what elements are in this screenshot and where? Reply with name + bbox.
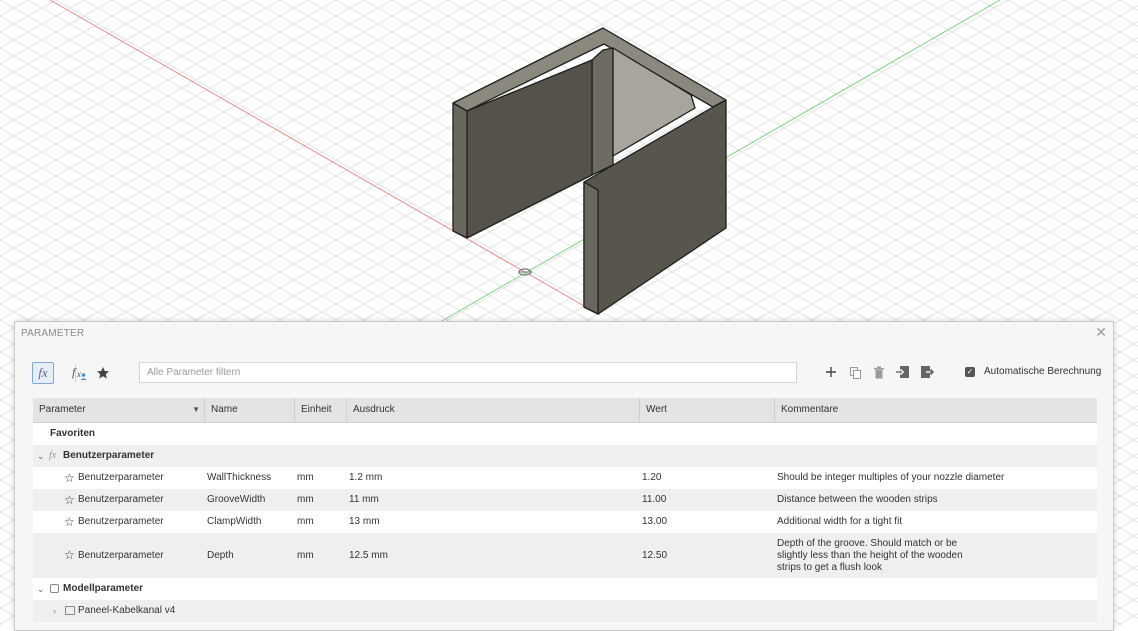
model-child-label: Paneel-Kabelkanal v4 <box>78 605 176 616</box>
column-header-comments[interactable]: Kommentare <box>775 398 1097 422</box>
model-group-icon <box>50 584 59 593</box>
user-params-group-row[interactable]: ⌄ fx Benutzerparameter <box>33 445 1097 467</box>
chevron-right-icon[interactable]: › <box>53 600 56 622</box>
component-icon <box>65 606 75 615</box>
column-header-value[interactable]: Wert <box>640 398 775 422</box>
favorite-star-icon[interactable]: ☆ <box>64 489 75 511</box>
parameter-dialog: PARAMETER ✕ fx f x ✓ Automatische Berech… <box>14 321 1114 631</box>
copy-icon[interactable] <box>847 364 863 380</box>
svg-text:x: x <box>76 369 81 379</box>
auto-calc-label: Automatische Berechnung <box>984 366 1102 377</box>
fx-icon-label: fx <box>38 365 48 380</box>
table-row[interactable]: ☆ Benutzerparameter WallThickness mm 1.2… <box>33 467 1097 489</box>
export-icon[interactable] <box>919 364 935 380</box>
model-child-row[interactable]: › Paneel-Kabelkanal v4 <box>33 600 1097 622</box>
favorite-star-icon[interactable]: ☆ <box>64 467 75 489</box>
add-icon[interactable] <box>823 364 839 380</box>
chevron-down-icon[interactable]: ⌄ <box>37 578 45 600</box>
table-row[interactable]: ☆ Benutzerparameter GrooveWidth mm 11 mm… <box>33 489 1097 511</box>
column-header-parameter[interactable]: Parameter ▼ <box>33 398 205 422</box>
chevron-down-icon[interactable]: ⌄ <box>37 445 45 467</box>
star-icon[interactable] <box>92 362 114 384</box>
dialog-title: PARAMETER <box>21 328 85 339</box>
table-row[interactable]: ☆ Benutzerparameter ClampWidth mm 13 mm … <box>33 511 1097 533</box>
table-header: Parameter ▼ Name Einheit Ausdruck Wert K… <box>33 398 1097 423</box>
delete-icon[interactable] <box>871 364 887 380</box>
model-params-group-label: Modellparameter <box>63 583 144 594</box>
column-header-expression[interactable]: Ausdruck <box>347 398 640 422</box>
close-icon[interactable]: ✕ <box>1095 324 1107 341</box>
user-params-group-label: Benutzerparameter <box>63 450 155 461</box>
filter-input[interactable] <box>139 362 797 383</box>
favorite-star-icon[interactable]: ☆ <box>64 511 75 533</box>
table-row[interactable]: ☆ Benutzerparameter Depth mm 12.5 mm 12.… <box>33 533 1097 578</box>
auto-calc-toggle[interactable]: ✓ Automatische Berechnung <box>965 366 1101 377</box>
column-header-name[interactable]: Name <box>205 398 295 422</box>
fx-group-icon: fx <box>49 450 57 461</box>
sort-dropdown-icon[interactable]: ▼ <box>192 398 200 422</box>
auto-calc-checkbox[interactable]: ✓ <box>965 366 975 377</box>
user-fx-icon[interactable]: f x <box>68 362 90 384</box>
favorites-label: Favoriten <box>50 428 96 439</box>
import-icon[interactable] <box>895 364 911 380</box>
column-header-unit[interactable]: Einheit <box>295 398 347 422</box>
parameter-table: Parameter ▼ Name Einheit Ausdruck Wert K… <box>33 398 1097 622</box>
favorites-row[interactable]: Favoriten <box>33 423 1097 445</box>
model-params-group-row[interactable]: ⌄ Modellparameter <box>33 578 1097 600</box>
fx-icon[interactable]: fx <box>32 362 54 384</box>
favorite-star-icon[interactable]: ☆ <box>64 533 75 578</box>
